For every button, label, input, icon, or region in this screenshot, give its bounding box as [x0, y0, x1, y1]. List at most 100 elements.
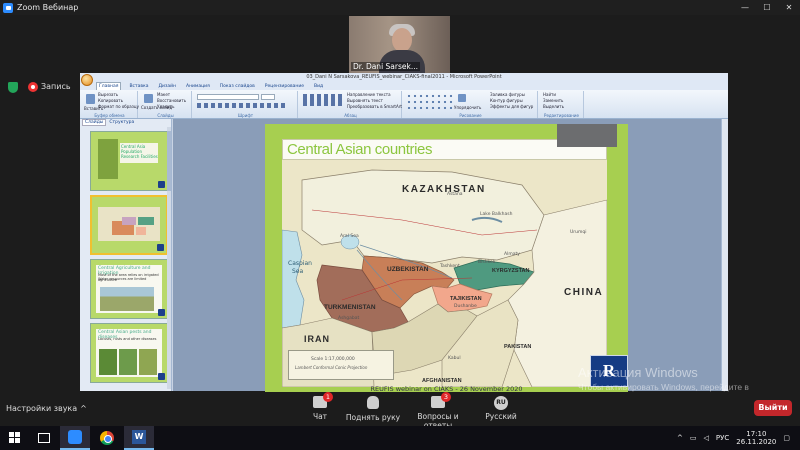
- slide-thumbnail-4[interactable]: Central Asian pests and diseases Locusts…: [90, 323, 168, 383]
- qa-button[interactable]: 3 Вопросы и ответы: [404, 392, 472, 430]
- delete-slide-button[interactable]: Удалить: [157, 104, 175, 109]
- slide-thumbnail-2[interactable]: [90, 195, 168, 255]
- cut-button[interactable]: Вырезать: [98, 92, 118, 97]
- mini-map: [98, 207, 160, 241]
- find-button[interactable]: Найти: [543, 92, 556, 97]
- tab-review[interactable]: Рецензирование: [263, 84, 306, 89]
- windows-start-icon[interactable]: [9, 432, 20, 443]
- zoom-titlebar: Zoom Вебинар — ☐ ✕: [0, 0, 800, 15]
- word-icon: W: [132, 430, 146, 444]
- chevron-up-icon[interactable]: ^: [677, 434, 683, 442]
- editor-scrollbar[interactable]: [721, 119, 728, 391]
- group-paragraph: Направление текста Выровнять текст Преоб…: [300, 91, 402, 118]
- ribbon-tabs: Главная Вставка Дизайн Анимация Показ сл…: [80, 82, 728, 90]
- qa-icon: 3: [431, 392, 451, 408]
- central-asia-map: KAZAKHSTAN UZBEKISTAN TURKMENISTAN KYRGY…: [282, 160, 607, 387]
- input-language[interactable]: РУС: [716, 434, 729, 442]
- language-icon: RU: [494, 396, 508, 410]
- slide-thumbnail-3[interactable]: Central Agriculture and Irrigation Most …: [90, 259, 168, 319]
- network-icon[interactable]: ▭: [690, 434, 697, 442]
- map-label-kazakhstan: KAZAKHSTAN: [402, 184, 486, 195]
- map-city: Kabul: [448, 356, 461, 361]
- zoom-app-icon: [68, 430, 82, 444]
- tab-outline[interactable]: Структура: [109, 120, 134, 125]
- shape-outline-button[interactable]: Контур фигуры: [490, 98, 523, 103]
- format-painter-button[interactable]: Формат по образцу: [98, 104, 139, 109]
- thumbs-scrollbar[interactable]: [167, 127, 171, 389]
- group-editing: Найти Заменить Выделить Редактирование: [540, 91, 584, 118]
- map-label-uzbekistan: UZBEKISTAN: [387, 266, 429, 273]
- tab-view[interactable]: Вид: [312, 84, 325, 89]
- tab-slides[interactable]: Слайды: [82, 119, 107, 126]
- sound-settings[interactable]: Настройки звука ^: [6, 404, 87, 413]
- paste-icon[interactable]: [86, 94, 95, 104]
- text-direction-button[interactable]: Направление текста: [347, 92, 391, 97]
- new-slide-icon[interactable]: [144, 94, 153, 103]
- map-city: Almaty: [504, 252, 520, 257]
- shape-effects-button[interactable]: Эффекты для фигур: [490, 104, 533, 109]
- chat-label: Чат: [312, 412, 328, 421]
- paste-button[interactable]: Вставить: [84, 106, 103, 111]
- arrange-button[interactable]: Упорядочить: [454, 105, 481, 110]
- font-size-field[interactable]: [261, 94, 275, 100]
- raise-hand-label: Поднять руку: [345, 413, 401, 422]
- chat-button[interactable]: 1 Чат: [303, 392, 337, 421]
- align-text-button[interactable]: Выровнять текст: [347, 98, 383, 103]
- copy-button[interactable]: Копировать: [98, 98, 123, 103]
- volume-icon[interactable]: ◁: [704, 434, 709, 442]
- close-icon[interactable]: ✕: [778, 0, 800, 15]
- shapes-gallery[interactable]: [406, 93, 454, 109]
- clock[interactable]: 17:10 26.11.2020: [736, 430, 776, 446]
- logo-icon: [158, 373, 165, 380]
- minimize-icon[interactable]: —: [734, 0, 756, 15]
- select-button[interactable]: Выделить: [543, 104, 564, 109]
- tab-design[interactable]: Дизайн: [157, 84, 178, 89]
- leave-button[interactable]: Выйти: [754, 400, 792, 416]
- reset-button[interactable]: Восстановить: [157, 98, 186, 103]
- taskbar-chrome[interactable]: [92, 426, 122, 450]
- taskbar-word[interactable]: W: [124, 426, 154, 450]
- maximize-icon[interactable]: ☐: [756, 0, 778, 15]
- ppt-window-title: 03_Dani N Sarsakova_REUFIS_webinar_CIAKS…: [80, 73, 728, 82]
- shield-icon[interactable]: [8, 82, 18, 93]
- map-city: Aral Sea: [340, 234, 359, 239]
- tab-insert[interactable]: Вставка: [127, 84, 150, 89]
- activate-title: Активация Windows: [578, 365, 698, 380]
- raise-hand-button[interactable]: Поднять руку: [343, 396, 403, 422]
- font-name-field[interactable]: [197, 94, 259, 100]
- slides-pane: Слайды Структура Central Asia Population…: [80, 119, 172, 391]
- replace-button[interactable]: Заменить: [543, 98, 563, 103]
- language-button[interactable]: RU Русский: [482, 396, 520, 421]
- slide-decor-block: [557, 124, 617, 147]
- map-label-pakistan: PAKISTAN: [504, 344, 532, 350]
- map-label-afghanistan: AFGHANISTAN: [422, 378, 462, 384]
- zoom-toolbar: Настройки звука ^ 1 Чат Поднять руку 3 Во…: [0, 392, 800, 430]
- language-label: Русский: [485, 412, 517, 421]
- hand-icon: [367, 396, 379, 409]
- slide-thumbnail-1[interactable]: Central Asia Population Research Facilit…: [90, 131, 168, 191]
- task-view-icon[interactable]: [38, 433, 50, 443]
- group-label: Редактирование: [544, 113, 579, 118]
- tab-home[interactable]: Главная: [96, 82, 122, 90]
- group-font: Шрифт: [194, 91, 298, 118]
- notifications-icon[interactable]: ▢: [783, 434, 790, 442]
- zoom-webinar-screen: Zoom Вебинар — ☐ ✕ Dr. Dani Sarsek... За…: [0, 0, 800, 450]
- window-title: Zoom Вебинар: [17, 3, 79, 12]
- smartart-button[interactable]: Преобразовать в SmartArt: [347, 104, 402, 109]
- arrange-icon[interactable]: [458, 94, 466, 102]
- group-slides: Создать слайд Макет Восстановить Удалить…: [140, 91, 192, 118]
- participant-video[interactable]: Dr. Dani Sarsek...: [349, 16, 450, 73]
- shape-fill-button[interactable]: Заливка фигуры: [490, 92, 525, 97]
- record-label: Запись: [41, 82, 71, 91]
- font-format-buttons[interactable]: [197, 103, 287, 108]
- tab-animation[interactable]: Анимация: [184, 84, 212, 89]
- taskbar-zoom[interactable]: [60, 426, 90, 450]
- caret-up-icon[interactable]: ^: [80, 404, 87, 413]
- paragraph-buttons[interactable]: [303, 94, 343, 106]
- map-label-turkmenistan: TURKMENISTAN: [324, 304, 376, 311]
- office-button-icon[interactable]: [81, 74, 93, 86]
- layout-button[interactable]: Макет: [157, 92, 170, 97]
- map-projection: Lambert Conformal Conic Projection: [295, 365, 368, 370]
- tab-slideshow[interactable]: Показ слайдов: [218, 84, 257, 89]
- logo-icon: [158, 309, 165, 316]
